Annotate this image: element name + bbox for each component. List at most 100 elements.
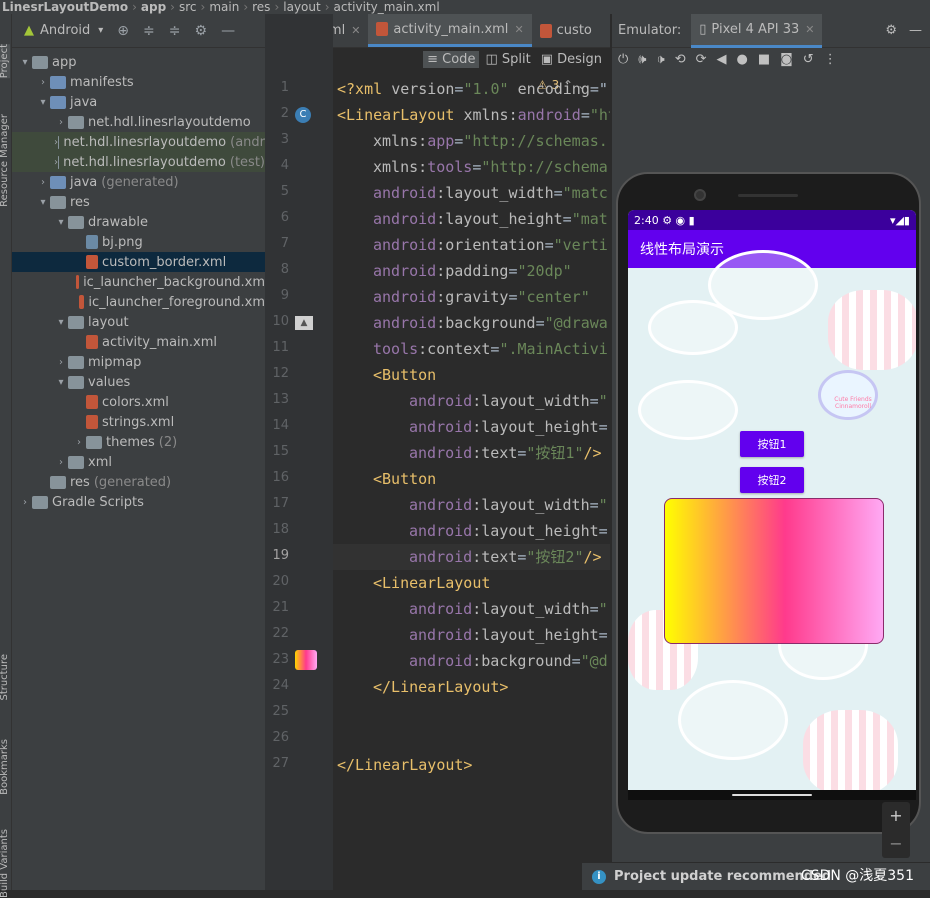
folder-icon (50, 475, 66, 489)
target-icon[interactable]: ⊕ (117, 23, 129, 39)
image-preview-icon[interactable]: ▲ (295, 314, 313, 330)
breadcrumb-item[interactable]: activity_main.xml (334, 0, 440, 14)
button-1[interactable]: 按钮1 (740, 431, 804, 457)
project-view-selector[interactable]: Android (40, 23, 90, 38)
chevron-down-icon[interactable]: ▾ (18, 57, 32, 68)
tree-item[interactable]: ▾ app (12, 52, 265, 72)
close-icon[interactable]: ✕ (514, 23, 523, 36)
breadcrumb-item[interactable]: res (252, 0, 270, 14)
breadcrumb-item[interactable]: app (141, 0, 166, 14)
chevron-down-icon[interactable]: ▾ (54, 377, 68, 388)
tree-item[interactable]: ▾ drawable (12, 212, 265, 232)
close-icon[interactable]: ✕ (351, 24, 360, 37)
split-view-button[interactable]: ◫ Split (481, 51, 534, 68)
line-number: 22 (272, 626, 289, 641)
collapse-all-icon[interactable]: ≑ (143, 23, 155, 39)
tree-item[interactable]: › Gradle Scripts (12, 492, 265, 512)
back-icon[interactable]: ◀ (717, 52, 727, 67)
line-number: 5 (280, 184, 289, 199)
tree-item[interactable]: colors.xml (12, 392, 265, 412)
volume-up-icon[interactable]: 🕪 (638, 52, 646, 67)
tree-item[interactable]: › manifests (12, 72, 265, 92)
tree-item[interactable]: ▾ res (12, 192, 265, 212)
project-tool-tab[interactable]: Project (0, 44, 10, 79)
breadcrumb-item[interactable]: layout (283, 0, 320, 14)
chevron-down-icon[interactable]: ▾ (36, 197, 50, 208)
device-tab[interactable]: ▯ Pixel 4 API 33 ✕ (691, 13, 823, 48)
tree-item-label: ic_launcher_background.xm (83, 274, 265, 290)
tree-item[interactable]: ic_launcher_foreground.xm (12, 292, 265, 312)
tree-item[interactable]: ▾ java (12, 92, 265, 112)
signal-icon: ▾◢▮ (889, 213, 910, 227)
resource-manager-tool-tab[interactable]: Resource Manager (0, 114, 10, 207)
tree-item[interactable]: custom_border.xml (12, 252, 265, 272)
volume-down-icon[interactable]: 🕩 (657, 52, 665, 67)
chevron-right-icon[interactable]: › (54, 117, 68, 128)
tree-item[interactable]: › xml (12, 452, 265, 472)
chevron-down-icon[interactable]: ▾ (98, 25, 103, 36)
emulator-header: Emulator: ▯ Pixel 4 API 33 ✕ ⚙ — (612, 13, 930, 48)
power-icon[interactable]: ⏻ (618, 52, 628, 67)
home-gesture-pill[interactable] (732, 794, 812, 796)
tree-item[interactable]: ▾ layout (12, 312, 265, 332)
design-view-button[interactable]: ▣ Design (537, 51, 606, 68)
tree-item[interactable]: › themes (2) (12, 432, 265, 452)
gear-icon[interactable]: ⚙ (195, 23, 208, 39)
tree-item[interactable]: › net.hdl.linesrlayoutdemo (andr (12, 132, 265, 152)
home-icon[interactable]: ● (737, 52, 748, 67)
chevron-right-icon[interactable]: › (72, 437, 86, 448)
close-icon[interactable]: ✕ (805, 23, 814, 36)
minimize-icon[interactable]: — (221, 23, 235, 39)
breadcrumb-item[interactable]: LinesrLayoutDemo (2, 0, 128, 14)
tree-item[interactable]: › net.hdl.linesrlayoutdemo (test) (12, 152, 265, 172)
zoom-out-button[interactable]: − (882, 830, 910, 858)
chevron-right-icon[interactable]: › (54, 457, 68, 468)
gear-icon[interactable]: ⚙ (885, 23, 897, 38)
tree-item[interactable]: strings.xml (12, 412, 265, 432)
code-token: "http://schema (481, 158, 608, 176)
folder-icon (32, 495, 48, 509)
code-editor: strings.xml✕activity_main.xml✕custo⋮ ≡ C… (265, 14, 610, 890)
structure-tool-tab[interactable]: Structure (0, 654, 10, 701)
zoom-in-button[interactable]: + (882, 802, 910, 830)
editor-tab[interactable]: custo (532, 14, 600, 47)
chevron-right-icon[interactable]: › (54, 357, 68, 368)
tree-item[interactable]: ic_launcher_background.xm (12, 272, 265, 292)
editor-tab[interactable]: activity_main.xml ✕ (368, 14, 532, 47)
chevron-right-icon[interactable]: › (18, 497, 32, 508)
code-token: android (373, 184, 437, 202)
tree-item[interactable]: › java (generated) (12, 172, 265, 192)
more-tabs-icon[interactable]: ⋮ (600, 14, 610, 47)
tree-item[interactable]: activity_main.xml (12, 332, 265, 352)
snapshot-icon[interactable]: ↺ (803, 52, 814, 67)
breadcrumb-item[interactable]: src (179, 0, 197, 14)
minimize-icon[interactable]: — (909, 23, 922, 38)
code-token: = (553, 184, 563, 202)
chevron-down-icon[interactable]: ▾ (54, 317, 68, 328)
button-2[interactable]: 按钮2 (740, 467, 804, 493)
chevron-down-icon[interactable]: ▾ (54, 217, 68, 228)
bookmarks-tool-tab[interactable]: Bookmarks (0, 739, 10, 795)
chevron-right-icon[interactable]: › (36, 77, 50, 88)
tree-item[interactable]: res (generated) (12, 472, 265, 492)
device-screen[interactable]: 2:40 ⚙ ◉ ▮ ▾◢▮ 线性布局演示 Cute Friends Cinna… (628, 210, 916, 800)
rotate-left-icon[interactable]: ⟲ (675, 52, 686, 67)
device-tab-label: Pixel 4 API 33 (711, 21, 800, 37)
expand-all-icon[interactable]: ≑ (169, 23, 181, 39)
camera-icon[interactable]: ◙ (780, 52, 793, 67)
tree-item[interactable]: bj.png (12, 232, 265, 252)
tree-item[interactable]: ▾ values (12, 372, 265, 392)
class-gutter-icon[interactable]: C (295, 106, 311, 123)
overview-icon[interactable]: ■ (758, 52, 770, 67)
breadcrumb-item[interactable]: main (209, 0, 239, 14)
more-icon[interactable]: ⋮ (824, 52, 837, 67)
tree-item[interactable]: › net.hdl.linesrlayoutdemo (12, 112, 265, 132)
rotate-right-icon[interactable]: ⟳ (696, 52, 707, 67)
build-variants-tool-tab[interactable]: Build Variants (0, 829, 10, 898)
code-view-button[interactable]: ≡ Code (423, 50, 480, 68)
tree-item[interactable]: › mipmap (12, 352, 265, 372)
gradient-preview-icon[interactable] (295, 650, 317, 673)
chevron-down-icon[interactable]: ▾ (36, 97, 50, 108)
chevron-right-icon[interactable]: › (36, 177, 50, 188)
code-token: = (571, 652, 581, 670)
